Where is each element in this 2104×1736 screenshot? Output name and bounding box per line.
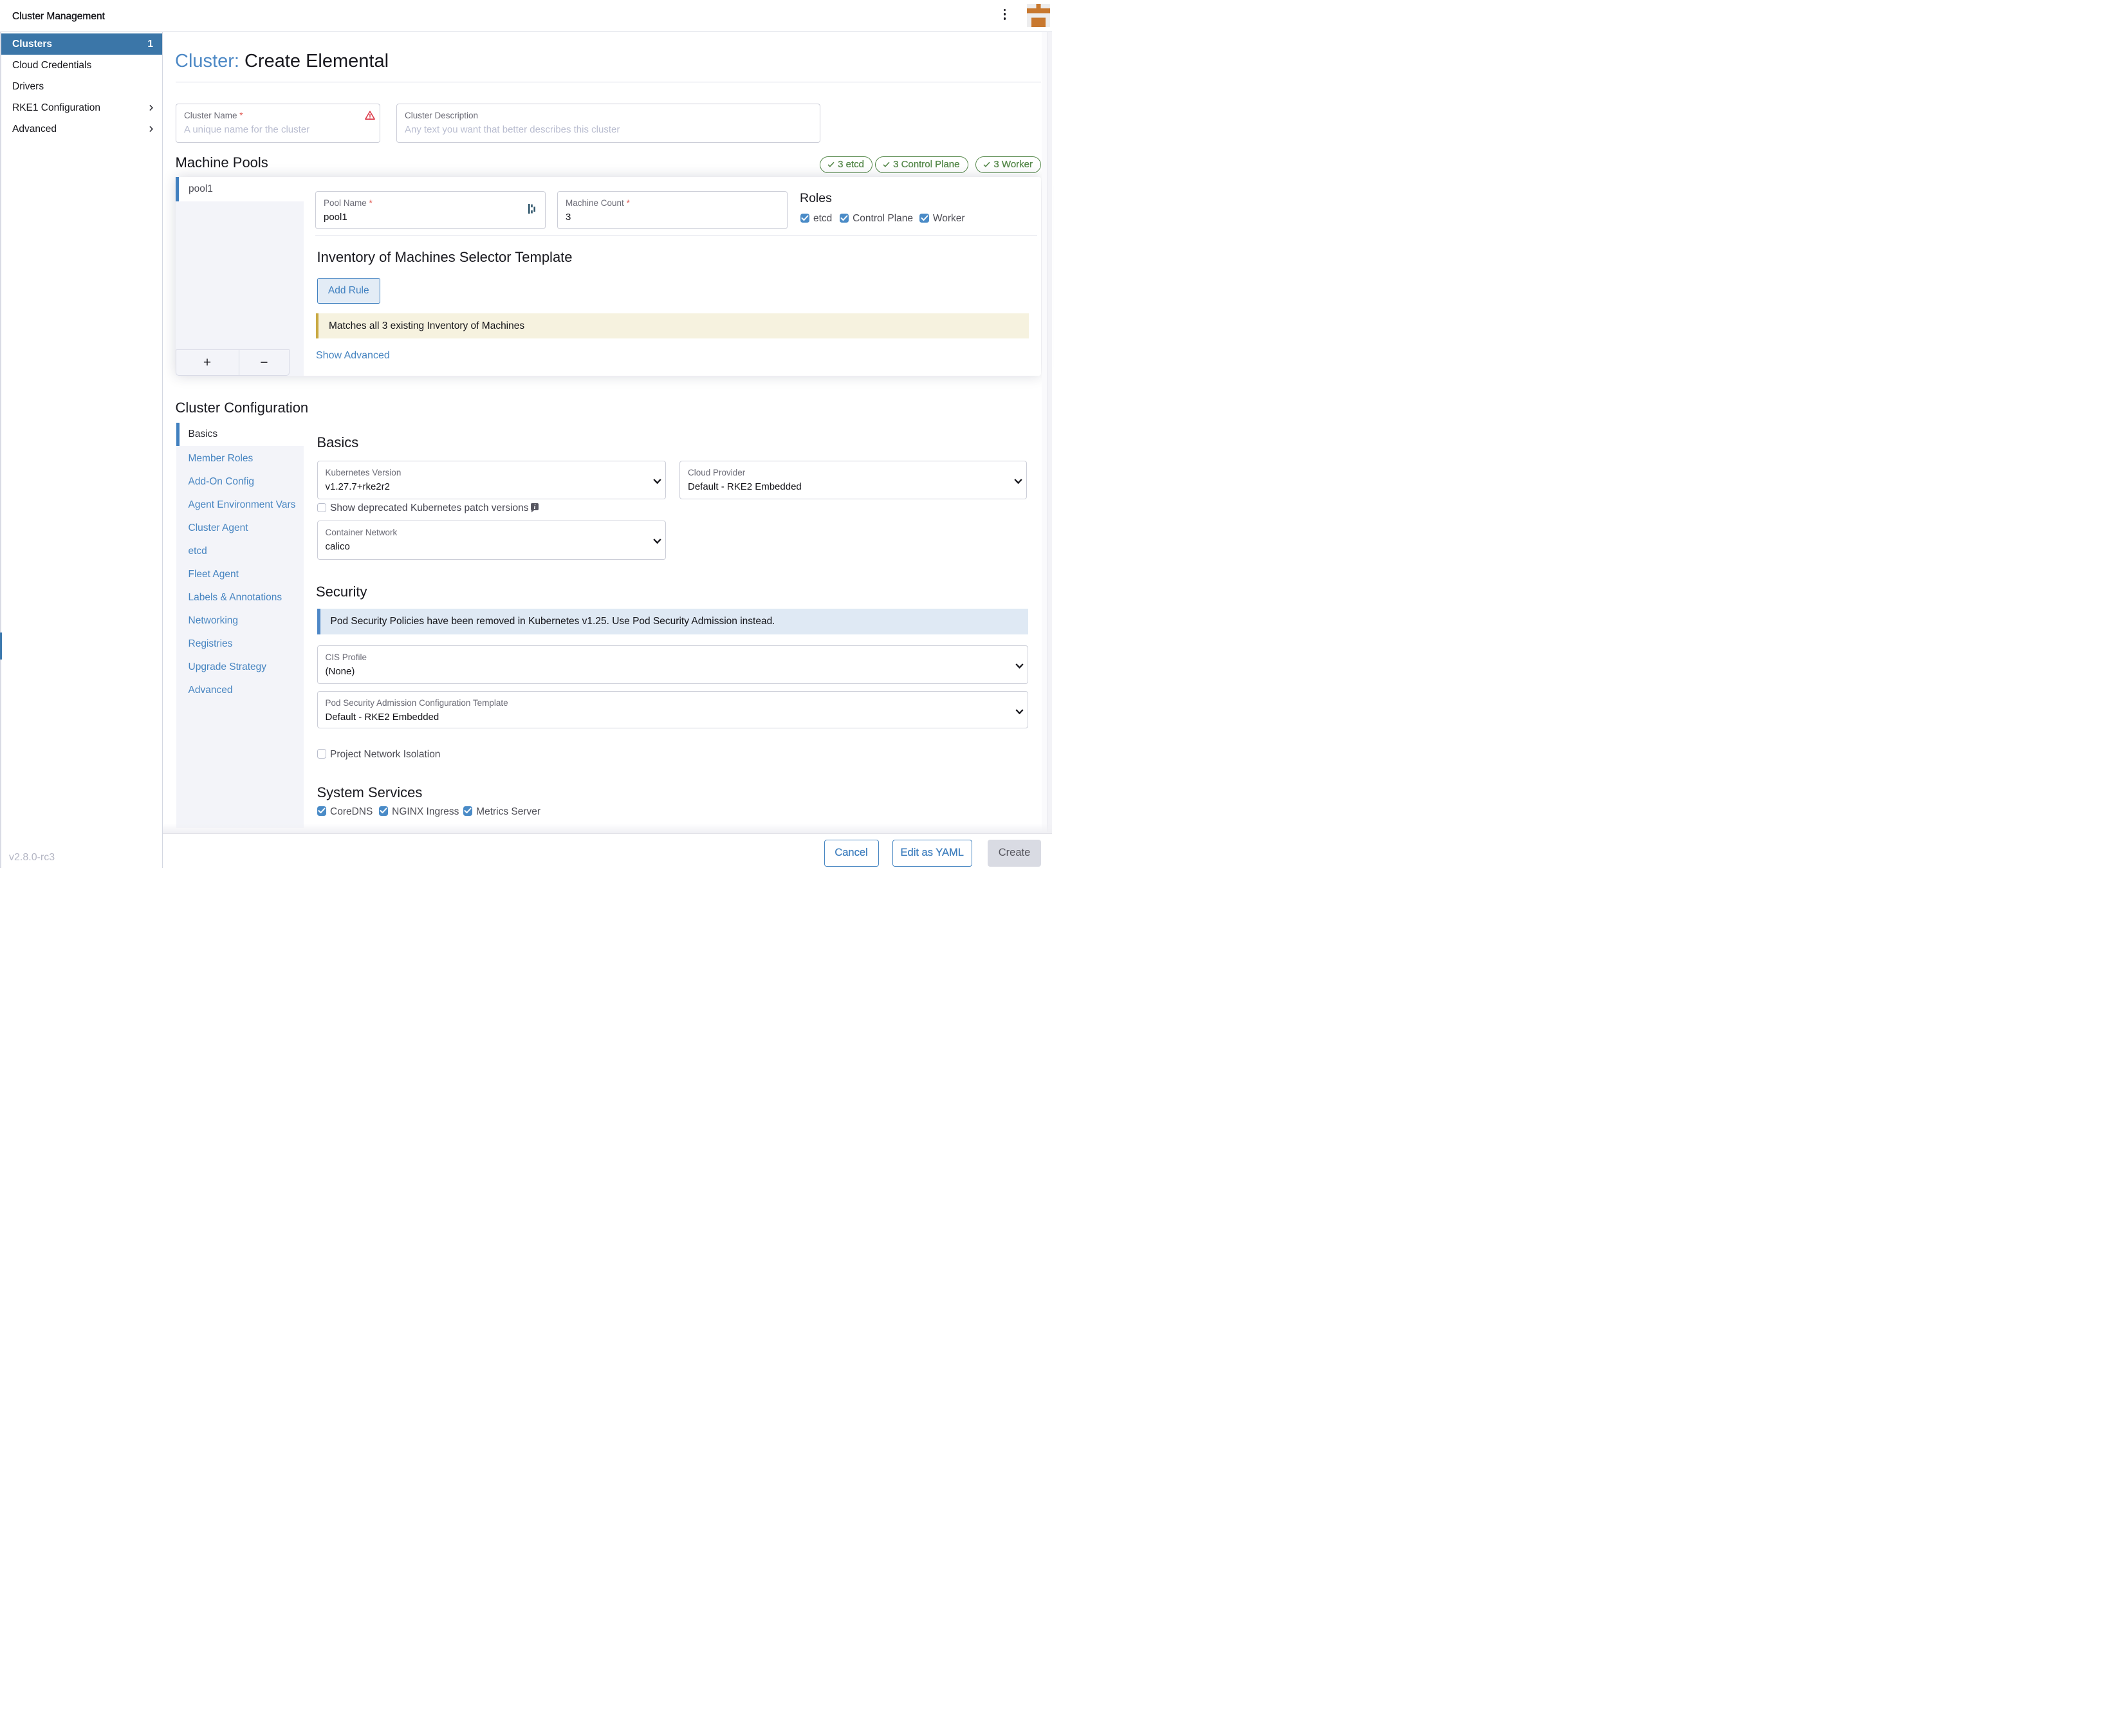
svg-text:i: i <box>534 504 536 511</box>
